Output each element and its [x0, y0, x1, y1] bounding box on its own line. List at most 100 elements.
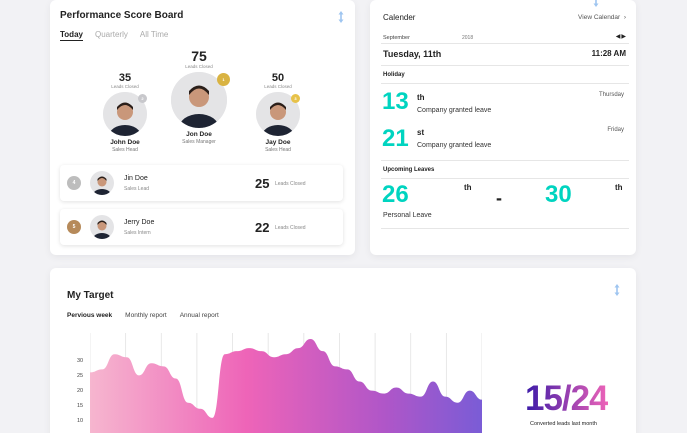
holiday-weekday: Friday — [607, 127, 624, 133]
view-calendar-label: View Calendar — [578, 14, 621, 21]
y-tick-label: 15 — [77, 403, 84, 409]
holiday-day: 13 — [382, 88, 409, 115]
medal-icon: 2 — [138, 94, 147, 103]
y-tick-label: 20 — [77, 388, 84, 394]
my-target-card: My Target Pervious week Monthly report A… — [50, 268, 636, 433]
podium-first[interactable]: 75 Leads Closed 1 Jon Doe Sales Manager — [166, 48, 232, 145]
row-score: 22 — [255, 220, 270, 235]
divider — [381, 228, 629, 229]
holiday-suffix: st — [417, 128, 425, 137]
chevron-right-icon: › — [622, 14, 626, 21]
y-tick-label: 25 — [77, 373, 84, 379]
podium-name: Jon Doe — [186, 131, 212, 138]
podium-score: 50 — [271, 72, 285, 84]
chart-data-point — [150, 362, 152, 364]
tab-previous-week[interactable]: Pervious week — [67, 312, 112, 319]
leave-to-suffix: th — [615, 183, 623, 192]
chart-data-point — [408, 393, 410, 395]
chart-data-point — [261, 350, 263, 352]
target-title: My Target — [67, 290, 114, 301]
target-tabs: Pervious week Monthly report Annual repo… — [67, 312, 219, 319]
row-score-label: Leads Closed — [275, 225, 306, 231]
leave-from-day: 26 — [382, 181, 409, 208]
target-area-chart — [90, 333, 482, 433]
medal-icon: 1 — [217, 73, 230, 86]
rank-badge-icon: 5 — [67, 220, 81, 234]
chart-data-point — [187, 402, 189, 404]
current-date: Tuesday, 11th — [383, 49, 442, 59]
divider — [381, 65, 629, 66]
upcoming-leaves-label: Upcoming Leaves — [383, 167, 435, 173]
avatar — [90, 215, 114, 239]
row-role: Sales Lead — [124, 186, 150, 192]
podium-score: 75 — [191, 48, 207, 64]
month-label: September — [383, 35, 410, 41]
chart-data-point — [457, 402, 459, 404]
chart-data-point — [420, 396, 422, 398]
converted-ratio: 15/24 — [525, 379, 609, 419]
avatar: 1 — [171, 72, 230, 128]
person-avatar-icon — [90, 215, 114, 239]
y-tick-label: 30 — [77, 358, 84, 364]
chart-data-point — [224, 353, 226, 355]
tab-annual-report[interactable]: Annual report — [180, 312, 219, 319]
podium-role: Sales Head — [265, 147, 291, 153]
holiday-day: 21 — [382, 125, 409, 152]
podium-score-label: Leads Closed — [185, 64, 213, 69]
calendar-title: Calender — [383, 13, 416, 22]
podium-second[interactable]: 35 Leads Closed 2 John Doe Sales Head — [100, 72, 150, 153]
holiday-text: Company granted leave — [417, 142, 492, 149]
leaderboard-row[interactable]: 4 Jin Doe Sales Lead 25 Leads Closed — [60, 165, 343, 201]
drag-handle-icon[interactable] — [592, 0, 600, 7]
performance-scoreboard-card: Performance Score Board Today Quarterly … — [50, 0, 355, 255]
podium-third[interactable]: 50 Leads Closed 3 Jay Doe Sales Head — [253, 72, 303, 153]
drag-handle-icon[interactable] — [337, 11, 345, 23]
row-score: 25 — [255, 176, 270, 191]
row-name: Jerry Doe — [124, 219, 155, 226]
leave-to-day: 30 — [545, 181, 572, 208]
chart-data-point — [371, 390, 373, 392]
ratio-value: 15/24 — [525, 379, 609, 418]
tab-today[interactable]: Today — [60, 30, 83, 41]
podium-role: Sales Head — [112, 147, 138, 153]
chart-data-point — [334, 365, 336, 367]
podium-name: Jay Doe — [265, 139, 291, 146]
avatar — [90, 171, 114, 195]
tab-monthly-report[interactable]: Monthly report — [125, 312, 167, 319]
leave-text: Personal Leave — [383, 212, 432, 219]
calendar-card: Calender View Calendar › September 2018 … — [370, 0, 636, 255]
chart-data-point — [432, 380, 434, 382]
avatar: 3 — [256, 92, 300, 136]
chart-data-point — [212, 417, 214, 419]
converted-ratio-label: Converted leads last month — [530, 421, 597, 427]
tab-all-time[interactable]: All Time — [140, 30, 168, 41]
chart-data-point — [297, 347, 299, 349]
chart-data-point — [248, 347, 250, 349]
chart-area-series — [90, 339, 482, 433]
row-name: Jin Doe — [124, 175, 148, 182]
row-score-label: Leads Closed — [275, 181, 306, 187]
view-calendar-link[interactable]: View Calendar › — [578, 14, 626, 21]
holiday-suffix: th — [417, 93, 425, 102]
chart-data-point — [395, 387, 397, 389]
chart-data-point — [126, 356, 128, 358]
holiday-text: Company granted leave — [417, 107, 492, 114]
chart-data-point — [444, 396, 446, 398]
divider — [381, 178, 629, 179]
holiday-weekday: Thursday — [598, 92, 624, 98]
chart-data-point — [285, 353, 287, 355]
chart-data-point — [175, 377, 177, 379]
tab-quarterly[interactable]: Quarterly — [95, 30, 128, 41]
next-arrow-icon[interactable]: ▶ — [621, 34, 627, 40]
person-avatar-icon — [90, 171, 114, 195]
performance-title: Performance Score Board — [60, 10, 184, 21]
medal-icon: 3 — [291, 94, 300, 103]
drag-handle-icon[interactable] — [613, 284, 621, 296]
leaderboard-row[interactable]: 5 Jerry Doe Sales Intern 22 Leads Closed — [60, 209, 343, 245]
podium-name: John Doe — [110, 139, 140, 146]
holiday-label: Holiday — [383, 72, 405, 78]
avatar: 2 — [103, 92, 147, 136]
podium-score-label: Leads Closed — [111, 84, 139, 89]
chart-data-point — [322, 350, 324, 352]
row-role: Sales Intern — [124, 230, 151, 236]
